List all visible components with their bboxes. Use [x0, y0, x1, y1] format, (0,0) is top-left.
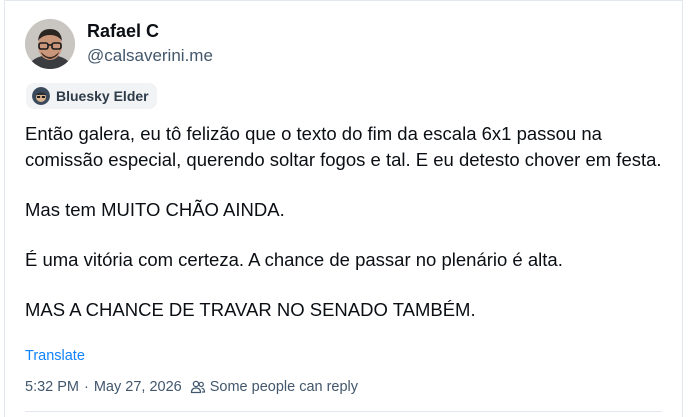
- translate-link[interactable]: Translate: [25, 348, 85, 364]
- divider: [25, 411, 662, 412]
- post-meta: 5:32 PM · May 27, 2026 Some people can r…: [25, 379, 358, 395]
- reply-setting[interactable]: Some people can reply: [190, 379, 358, 395]
- post-header: Rafael C @calsaverini.me: [25, 19, 213, 69]
- reply-setting-label: Some people can reply: [209, 379, 359, 395]
- avatar-image: [25, 19, 75, 69]
- post-text: Então galera, eu tô felizão que o texto …: [25, 121, 665, 323]
- elder-badge-icon: [32, 87, 50, 105]
- author-name-block: Rafael C @calsaverini.me: [87, 20, 213, 68]
- elder-badge[interactable]: Bluesky Elder: [26, 83, 157, 109]
- post-paragraph: Mas tem MUITO CHÃO AINDA.: [25, 199, 285, 220]
- author-display-name[interactable]: Rafael C: [87, 20, 213, 42]
- author-avatar[interactable]: [25, 19, 75, 69]
- author-handle[interactable]: @calsaverini.me: [87, 44, 213, 68]
- post-paragraph: É uma vitória com certeza. A chance de p…: [25, 249, 563, 270]
- badge-label: Bluesky Elder: [56, 88, 149, 104]
- post-paragraph: Então galera, eu tô felizão que o texto …: [25, 123, 662, 170]
- post-time: 5:32 PM: [25, 379, 79, 395]
- meta-separator: ·: [84, 379, 89, 395]
- post-date: May 27, 2026: [93, 379, 182, 395]
- post-paragraph: MAS A CHANCE DE TRAVAR NO SENADO TAMBÉM.: [25, 299, 476, 320]
- people-icon: [190, 380, 205, 394]
- post-card: Rafael C @calsaverini.me Bluesky Elder E…: [4, 0, 683, 417]
